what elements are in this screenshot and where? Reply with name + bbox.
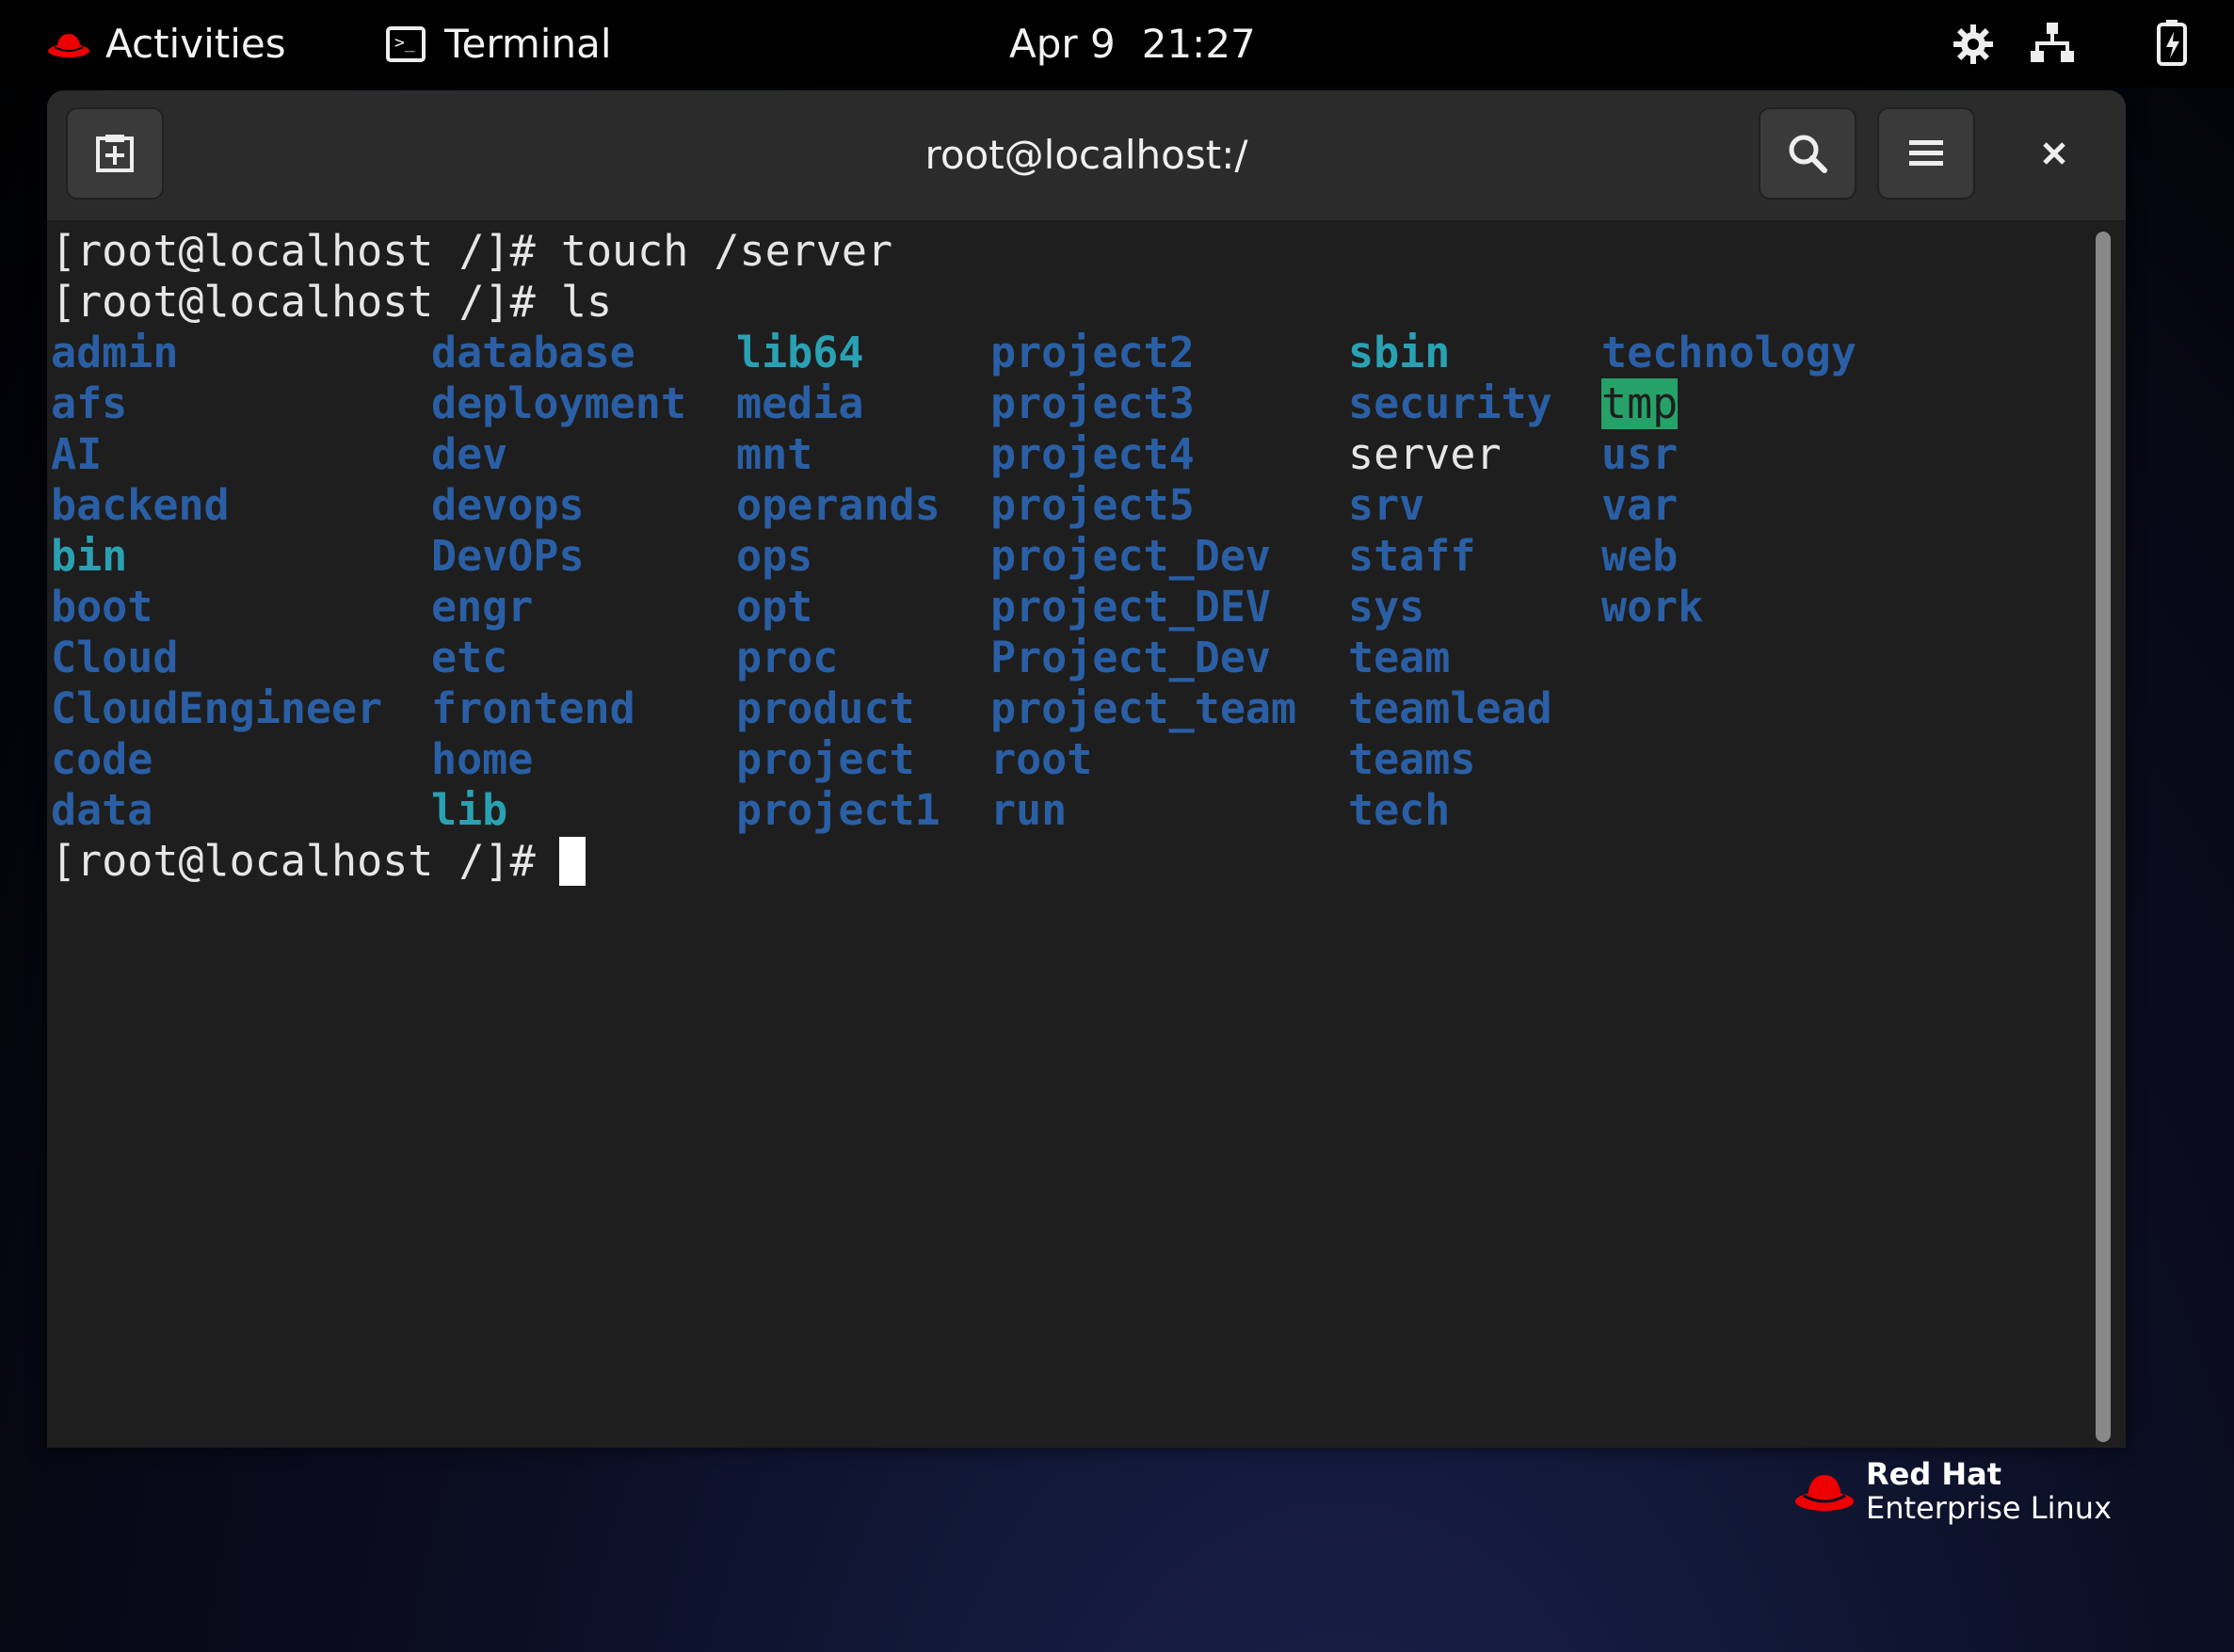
ls-entry: srv — [1348, 480, 1425, 530]
terminal-scrollbar[interactable] — [2092, 232, 2114, 1442]
ls-entry: server — [1348, 429, 1502, 479]
menu-button[interactable] — [1877, 107, 1975, 200]
ls-entry: security — [1348, 378, 1552, 428]
ls-entry: sys — [1348, 582, 1425, 632]
ls-entry: project3 — [990, 378, 1195, 428]
ls-entry: Cloud — [51, 633, 179, 682]
app-menu-label: Terminal — [444, 21, 612, 67]
hamburger-menu-icon — [1909, 140, 1943, 166]
activities-button[interactable]: Activities — [47, 0, 286, 88]
top-bar: Activities >_ Terminal Apr 9 21:27 — [0, 0, 2234, 88]
ls-entry: project1 — [736, 785, 940, 835]
ls-entry: devops — [431, 480, 585, 530]
close-icon — [2043, 142, 2065, 165]
window-headerbar[interactable]: root@localhost:/ — [47, 90, 2126, 222]
ls-entry: teamlead — [1348, 683, 1552, 733]
ls-entry: ops — [736, 531, 813, 581]
ls-entry: usr — [1601, 429, 1679, 479]
clock-time: 21:27 — [1141, 21, 1256, 67]
ls-entry: lib — [431, 785, 508, 835]
battery-charging-icon — [2157, 20, 2187, 66]
terminal-line: [root@localhost /]# ls — [51, 277, 613, 327]
network-icon — [2031, 23, 2074, 62]
clock[interactable]: Apr 9 21:27 — [1009, 0, 1256, 88]
ls-entry: run — [990, 785, 1068, 835]
ls-entry: lib64 — [736, 328, 864, 377]
terminal-cursor — [559, 837, 586, 886]
ls-entry: staff — [1348, 531, 1476, 581]
ls-entry: project2 — [990, 328, 1195, 377]
ls-entry: proc — [736, 633, 839, 682]
activities-label: Activities — [105, 21, 286, 67]
ls-entry: operands — [736, 480, 940, 530]
ls-entry: sbin — [1348, 328, 1451, 377]
ls-entry: data — [51, 785, 153, 835]
ls-entry: afs — [51, 378, 128, 428]
gear-icon — [1953, 24, 1993, 64]
product-name: Enterprise Linux — [1866, 1490, 2112, 1526]
ls-entry: AI — [51, 429, 103, 479]
ls-entry: root — [990, 734, 1093, 784]
ls-entry: project_DEV — [990, 582, 1272, 632]
ls-entry: technology — [1601, 328, 1856, 377]
ls-entry: backend — [51, 480, 230, 530]
ls-entry: project_team — [990, 683, 1297, 733]
ls-entry: admin — [51, 328, 179, 377]
ls-entry: project4 — [990, 429, 1195, 479]
terminal-output[interactable]: [root@localhost /]# touch /server [root@… — [47, 222, 2090, 1448]
clock-date: Apr 9 — [1009, 21, 1116, 67]
redhat-logo: Red Hat Enterprise Linux — [1794, 1457, 2112, 1525]
terminal-icon: >_ — [386, 25, 426, 62]
terminal-line: [root@localhost /]# touch /server — [51, 226, 893, 276]
search-button[interactable] — [1759, 107, 1856, 200]
ls-entry: engr — [431, 582, 534, 632]
ls-entry: CloudEngineer — [51, 683, 383, 733]
ls-entry: etc — [431, 633, 508, 682]
terminal-window: root@localhost:/ [root@localhost /]# tou… — [47, 90, 2126, 1448]
ls-entry: project — [736, 734, 915, 784]
ls-entry: teams — [1348, 734, 1476, 784]
ls-entry: var — [1601, 480, 1679, 530]
ls-entry: work — [1601, 582, 1704, 632]
redhat-fedora-icon — [48, 33, 89, 57]
ls-entry: deployment — [431, 378, 686, 428]
ls-entry: tech — [1348, 785, 1451, 835]
ls-entry: tmp — [1601, 378, 1679, 429]
ls-entry: team — [1348, 633, 1451, 682]
ls-entry: Project_Dev — [990, 633, 1272, 682]
ls-entry: project_Dev — [990, 531, 1272, 581]
app-menu-terminal[interactable]: >_ Terminal — [386, 0, 612, 88]
ls-entry: dev — [431, 429, 508, 479]
ls-entry: code — [51, 734, 153, 784]
ls-entry: database — [431, 328, 635, 377]
ls-entry: frontend — [431, 683, 635, 733]
ls-entry: web — [1601, 531, 1679, 581]
redhat-fedora-icon — [1795, 1475, 1854, 1511]
system-status-area[interactable] — [1914, 0, 2234, 88]
ls-entry: bin — [51, 531, 128, 581]
close-button[interactable] — [2005, 107, 2103, 200]
ls-entry: project5 — [990, 480, 1195, 530]
ls-entry: product — [736, 683, 915, 733]
search-icon — [1789, 135, 1827, 173]
ls-entry: media — [736, 378, 864, 428]
ls-entry: boot — [51, 582, 153, 632]
ls-entry: opt — [736, 582, 813, 632]
ls-entry: DevOPs — [431, 531, 585, 581]
ls-entry: mnt — [736, 429, 813, 479]
terminal-prompt: [root@localhost /]# — [51, 836, 561, 886]
scrollbar-thumb[interactable] — [2096, 232, 2111, 1442]
ls-entry: home — [431, 734, 534, 784]
brand-name: Red Hat — [1866, 1456, 2002, 1492]
